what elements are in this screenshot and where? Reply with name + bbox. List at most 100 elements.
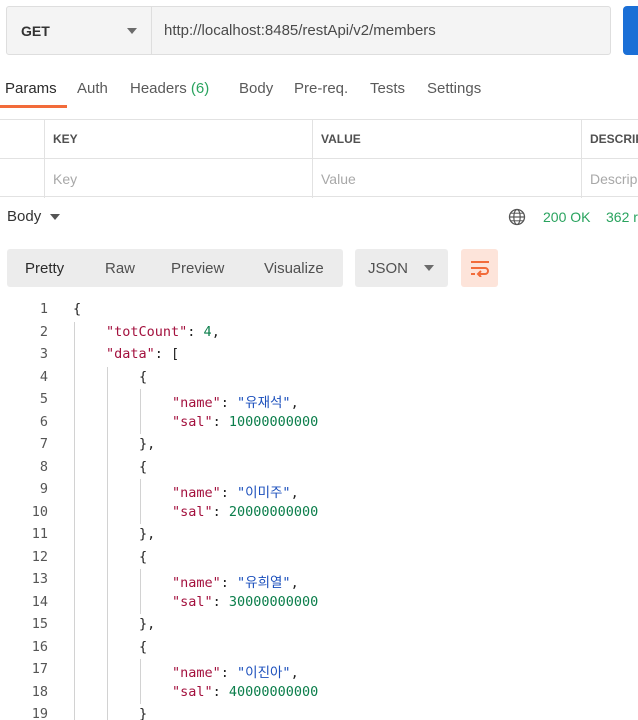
json-key: "name" [172,575,221,591]
wrap-lines-icon [470,261,489,277]
json-punctuation: }, [139,436,156,452]
column-header-value: VALUE [312,120,581,158]
method-select[interactable]: GET [7,7,152,54]
code-line: } [139,706,147,720]
view-preview-button[interactable]: Preview [171,260,224,277]
code-line: "sal": 40000000000 [172,684,318,700]
headers-count-badge: (6) [190,80,210,97]
code-line: { [139,459,147,475]
json-punctuation: : [212,593,229,610]
indent-guide [140,569,141,614]
line-number: 11 [31,526,48,542]
view-mode-toggle: Pretty Raw Preview Visualize [7,249,343,287]
code-line: { [139,549,147,565]
tab-pre-request[interactable]: Pre-req. [294,80,348,97]
response-body-label: Body [7,208,42,225]
json-punctuation: : [220,665,238,681]
param-key-input[interactable]: Key [44,159,312,198]
format-label: JSON [368,259,409,277]
tab-settings[interactable]: Settings [427,80,481,97]
json-string: "이미주" [237,485,291,501]
tab-params[interactable]: Params [5,80,57,97]
line-number: 17 [31,661,48,677]
line-number: 12 [31,548,48,565]
json-punctuation: : [212,503,229,520]
code-line: { [139,369,147,385]
json-punctuation: : [220,485,238,501]
json-punctuation: { [139,548,148,565]
param-description-input[interactable]: Descrip [581,159,638,198]
line-number: 10 [31,503,48,520]
code-line: "sal": 10000000000 [172,414,318,430]
json-key: "sal" [172,683,213,700]
code-line: }, [139,436,155,452]
json-number: 20000000000 [228,503,319,520]
json-punctuation: : [220,395,238,411]
line-number: 6 [39,413,48,430]
tab-body[interactable]: Body [239,80,273,97]
tab-label: Params [5,80,57,97]
code-line: "sal": 30000000000 [172,594,318,610]
json-punctuation: }, [139,526,156,542]
tab-label: Settings [427,80,482,97]
wrap-lines-button[interactable] [461,249,498,287]
json-punctuation: { [139,458,148,475]
json-number: 40000000000 [228,683,319,700]
globe-icon[interactable] [508,208,526,226]
line-number: 16 [31,638,48,655]
line-number: 13 [31,571,48,587]
json-punctuation: : [ [154,346,180,362]
view-raw-button[interactable]: Raw [105,260,135,277]
params-header-row: KEY VALUE DESCRIP [0,120,638,159]
view-visualize-button[interactable]: Visualize [264,260,324,277]
tab-label: Body [239,80,274,97]
json-punctuation: { [139,368,148,385]
response-time[interactable]: 362 r [606,209,638,225]
code-line: { [73,301,81,317]
column-header-description: DESCRIP [581,120,638,158]
tab-label: Pre-req. [294,80,349,97]
json-punctuation: , [290,485,299,501]
json-punctuation: }, [139,616,156,632]
code-line: "name": "유희열", [172,571,299,591]
status-code[interactable]: 200 OK [543,209,590,225]
chevron-down-icon [424,265,434,271]
line-number: 14 [31,593,48,610]
code-line: "data": [ [106,346,179,362]
url-input[interactable]: http://localhost:8485/restApi/v2/members [152,7,610,54]
json-number: 30000000000 [228,593,319,610]
line-number: 4 [39,368,48,385]
code-line: "name": "유재석", [172,391,299,411]
tab-label: Auth [77,80,108,97]
json-punctuation: : [212,413,229,430]
json-key: "name" [172,665,221,681]
json-punctuation: , [290,575,299,591]
tab-auth[interactable]: Auth [77,80,108,97]
code-line: "sal": 20000000000 [172,504,318,520]
tab-tests[interactable]: Tests [370,80,405,97]
line-number: 2 [39,323,48,340]
tab-headers[interactable]: Headers (6) [130,80,209,97]
line-number: 9 [39,481,48,497]
json-string: "유희열" [237,575,291,591]
format-select[interactable]: JSON [355,249,448,287]
code-line: }, [139,616,155,632]
indent-guide [107,367,108,720]
json-key: "sal" [172,593,213,610]
json-punctuation: : [187,323,204,340]
view-pretty-button[interactable]: Pretty [25,260,64,277]
response-body-viewer[interactable]: 1 {2 "totCount": 4, 3 "data": [4 {5 "name": "유… [0,298,638,720]
json-punctuation: , [290,395,299,411]
response-body-dropdown[interactable]: Body [7,208,61,225]
line-number: 18 [31,683,48,700]
request-url-bar: GET http://localhost:8485/restApi/v2/mem… [6,6,611,55]
send-button[interactable] [623,6,638,55]
active-tab-indicator [0,105,67,108]
indent-guide [140,659,141,704]
json-key: "data" [106,346,155,362]
json-number: 10000000000 [228,413,319,430]
param-value-input[interactable]: Value [312,159,581,198]
method-label: GET [21,22,50,39]
indent-guide [140,479,141,524]
json-punctuation: } [139,706,148,720]
